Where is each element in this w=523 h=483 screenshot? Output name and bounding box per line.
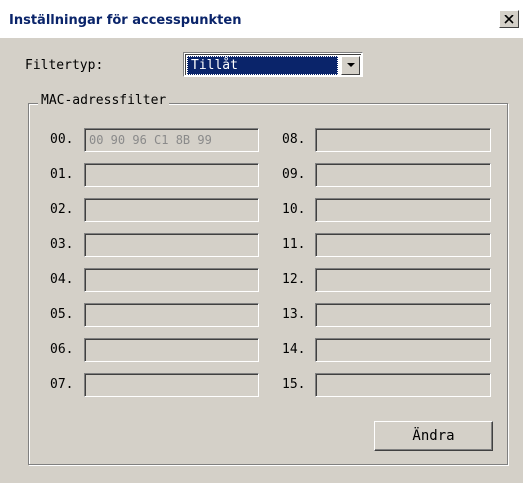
mac-entry-label: 12. <box>282 272 306 287</box>
mac-entry-label: 10. <box>282 202 306 217</box>
mac-entry-label: 11. <box>282 237 306 252</box>
mac-address-field[interactable] <box>315 338 491 362</box>
mac-address-field[interactable] <box>315 373 491 397</box>
mac-address-field[interactable] <box>315 163 491 187</box>
mac-address-field[interactable] <box>84 303 259 327</box>
filter-type-value: Tillåt <box>187 56 338 75</box>
mac-entry-label: 13. <box>282 307 306 322</box>
filter-type-label: Filtertyp: <box>25 58 104 73</box>
mac-address-field[interactable] <box>84 163 259 187</box>
mac-address-field[interactable] <box>84 268 259 292</box>
mac-address-field[interactable] <box>84 233 259 257</box>
chevron-down-icon <box>346 63 355 67</box>
close-button[interactable] <box>499 10 519 28</box>
mac-entry-label: 02. <box>50 202 74 217</box>
title-bar: Inställningar för accesspunkten <box>0 0 523 38</box>
mac-entry-label: 00. <box>50 132 74 147</box>
close-icon <box>504 14 514 24</box>
mac-address-field[interactable] <box>315 268 491 292</box>
mac-entry-label: 05. <box>50 307 74 322</box>
mac-address-field[interactable] <box>84 338 259 362</box>
mac-address-field[interactable] <box>315 303 491 327</box>
mac-entry-label: 06. <box>50 342 74 357</box>
mac-entry-label: 15. <box>282 377 306 392</box>
mac-address-field[interactable] <box>84 198 259 222</box>
window-title: Inställningar för accesspunkten <box>9 13 242 28</box>
mac-filter-group-label: MAC-adressfilter <box>38 93 170 108</box>
mac-address-field[interactable] <box>315 233 491 257</box>
mac-entry-label: 04. <box>50 272 74 287</box>
dialog-window: Inställningar för accesspunkten Filterty… <box>0 0 523 483</box>
change-button[interactable]: Ändra <box>374 421 493 451</box>
dropdown-button[interactable] <box>341 56 360 75</box>
mac-address-field[interactable] <box>315 128 491 152</box>
mac-entry-label: 09. <box>282 167 306 182</box>
mac-entry-label: 08. <box>282 132 306 147</box>
mac-entry-label: 03. <box>50 237 74 252</box>
mac-entry-label: 14. <box>282 342 306 357</box>
mac-entry-label: 01. <box>50 167 74 182</box>
mac-address-field[interactable] <box>315 198 491 222</box>
filter-type-select[interactable]: Tillåt <box>183 52 363 77</box>
mac-address-field[interactable] <box>84 373 259 397</box>
mac-address-field[interactable]: 00 90 96 C1 8B 99 <box>84 128 259 152</box>
mac-entry-label: 07. <box>50 377 74 392</box>
